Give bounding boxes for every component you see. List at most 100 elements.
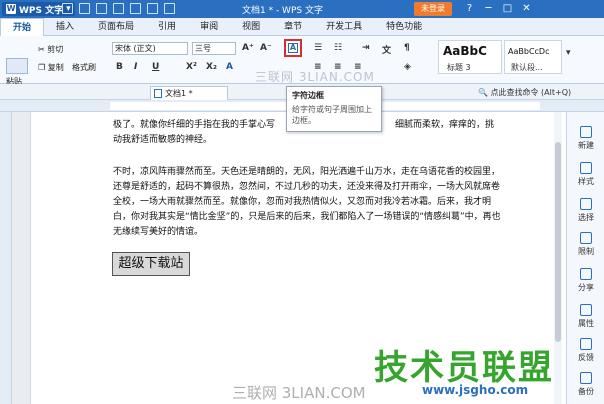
taskpane-new[interactable]: 新建 [567,126,604,151]
chinese-layout-icon[interactable]: 文 [382,43,391,56]
bordered-text[interactable]: 超级下载站 [112,252,190,276]
taskpane-select[interactable]: 选择 [567,198,604,223]
copy-label: 复制 [47,63,64,72]
title-bar: W WPS 文字 ▾ 文档1 * - WPS 文字 未登录 ? ─ □ ✕ [0,0,604,18]
paste-icon[interactable] [6,58,28,74]
taskpane-new-label: 新建 [578,141,594,150]
task-pane: 新建 样式 选择 限制 分享 属性 反馈 备份 [566,112,604,404]
char-border-icon: A [288,43,298,53]
bullets-icon[interactable]: ☰ [314,43,322,53]
shrink-font-button[interactable]: A⁻ [260,43,272,53]
redo-icon[interactable] [164,3,175,14]
select-icon [580,198,592,210]
minimize-button[interactable]: ─ [479,2,498,16]
paragraph-1-line1-right: 细腻而柔软，痒痒的，挑 [395,120,495,130]
taskpane-select-label: 选择 [578,213,594,222]
taskpane-backup-label: 备份 [578,387,594,396]
tab-view[interactable]: 视图 [230,18,272,36]
watermark-url: www.jsgho.com [422,383,529,397]
preview-icon[interactable] [130,3,141,14]
vertical-ruler[interactable] [0,112,12,404]
tab-features[interactable]: 特色功能 [374,18,434,36]
ribbon-tabs: 开始 插入 页面布局 引用 审阅 视图 章节 开发工具 特色功能 [0,18,604,36]
cut-label: 剪切 [47,45,64,54]
style2-preview: AaBbCcDc [508,47,550,56]
char-border-tooltip: 字符边框 给字符或句子周围加上边框。 [286,86,382,132]
print-icon[interactable] [113,3,124,14]
window-title: 文档1 * - WPS 文字 [242,6,323,16]
scrollbar-thumb[interactable] [555,142,561,342]
document-icon [154,89,162,98]
taskpane-restrict-label: 限制 [578,247,594,256]
italic-button[interactable]: I [134,62,137,72]
maximize-button[interactable]: □ [498,2,517,16]
close-button[interactable]: ✕ [517,2,536,16]
style1-preview: AaBbC [443,44,487,58]
watermark-bottom: 三联网 3LIAN.COM [232,384,366,402]
style2-name: 默认段... [511,63,543,72]
window-controls: ? ─ □ ✕ [460,2,536,16]
new-doc-icon[interactable] [62,3,73,14]
command-search[interactable]: 🔍 点此查找命令 (Alt+Q) [478,87,571,98]
char-border-button[interactable]: A [284,39,302,57]
font-color-button[interactable]: A [226,62,233,72]
cut-button[interactable]: ✂ 剪切 [38,44,63,55]
taskpane-styles-label: 样式 [578,177,594,186]
taskpane-styles[interactable]: 样式 [567,162,604,187]
paragraph-2[interactable]: 不时，凉风阵雨骤然而至。天色还是晴朗的，无风，阳光洒遍千山万水，走在乌语花香的校… [113,165,503,240]
style-heading3[interactable]: AaBbC 标题 3 [438,40,502,74]
open-folder-icon[interactable] [79,3,90,14]
taskpane-restrict[interactable]: 限制 [567,232,604,257]
login-button[interactable]: 未登录 [414,2,452,16]
copy-button[interactable]: ❐ 复制 [38,62,64,73]
quick-access-toolbar [62,3,175,14]
style1-name: 标题 3 [447,63,471,72]
more-styles-icon[interactable]: ▾ [566,48,571,58]
subscript-button[interactable]: X₂ [206,62,217,72]
shading-icon[interactable]: ◈ [404,62,411,72]
taskpane-feedback[interactable]: 反馈 [567,338,604,363]
help-icon[interactable]: ? [460,2,479,16]
paragraph-1-line2: 动我舒适而敏感的神经。 [113,135,213,145]
document-tab-label: 文档1 * [165,89,193,98]
format-painter-button[interactable]: 格式刷 [72,62,96,73]
taskpane-feedback-label: 反馈 [578,353,594,362]
paragraph-1-line1-left: 极了。就像你纤细的手指在我的手掌心写 [113,120,276,130]
show-marks-icon[interactable]: ¶ [404,43,410,53]
backup-icon [580,372,592,384]
taskpane-backup[interactable]: 备份 [567,372,604,397]
watermark-mid: 三联网 3LIAN.COM [255,70,375,84]
new-icon [580,126,592,138]
app-name: WPS 文字 [19,5,64,16]
tab-references[interactable]: 引用 [146,18,188,36]
watermark-logo: 技术员联盟 [374,348,554,388]
tab-insert[interactable]: 插入 [44,18,86,36]
taskpane-share[interactable]: 分享 [567,268,604,293]
underline-button[interactable]: U [152,62,159,72]
feedback-icon [580,338,592,350]
properties-icon [580,304,592,316]
superscript-button[interactable]: X² [186,62,197,72]
share-icon [580,268,592,280]
undo-icon[interactable] [147,3,158,14]
lock-icon [580,232,592,244]
numbering-icon[interactable]: ☷ [334,43,342,53]
tooltip-title: 字符边框 [292,91,324,100]
vertical-scrollbar[interactable] [554,112,562,404]
font-name-select[interactable]: 宋体 (正文) [112,42,188,55]
tab-developer[interactable]: 开发工具 [314,18,374,36]
tab-page-layout[interactable]: 页面布局 [86,18,146,36]
style-default[interactable]: AaBbCcDc 默认段... [504,40,562,74]
indent-icon[interactable]: ⇥ [362,43,370,53]
font-size-select[interactable]: 三号 [192,42,236,55]
tab-section[interactable]: 章节 [272,18,314,36]
taskpane-properties[interactable]: 属性 [567,304,604,329]
taskpane-share-label: 分享 [578,283,594,292]
document-tab[interactable]: 文档1 * [150,86,228,100]
grow-font-button[interactable]: A⁺ [242,43,254,53]
tab-home[interactable]: 开始 [0,18,45,36]
bold-button[interactable]: B [116,62,123,72]
tab-review[interactable]: 审阅 [188,18,230,36]
save-icon[interactable] [96,3,107,14]
tooltip-description: 给字符或句子周围加上边框。 [292,105,372,125]
